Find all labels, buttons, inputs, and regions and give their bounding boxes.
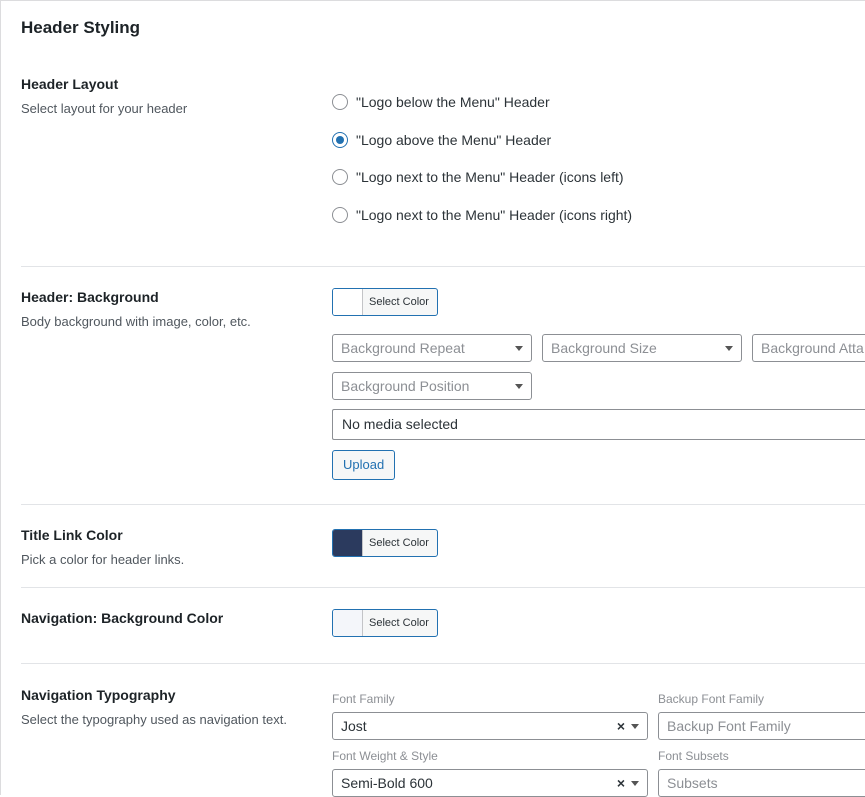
font-weight-label: Font Weight & Style <box>332 749 438 763</box>
title-link-color-label: Title Link Color <box>21 527 123 543</box>
color-swatch <box>333 530 363 556</box>
select-color-label: Select Color <box>369 537 429 549</box>
navigation-typography-description: Select the typography used as navigation… <box>21 712 287 727</box>
divider <box>21 504 865 505</box>
backup-font-select[interactable]: Backup Font Family <box>658 712 865 740</box>
background-size-select[interactable]: Background Size <box>542 334 742 362</box>
radio-option-label: "Logo next to the Menu" Header (icons le… <box>356 169 624 185</box>
font-family-label: Font Family <box>332 692 395 706</box>
font-subsets-label: Font Subsets <box>658 749 729 763</box>
caret-down-icon <box>631 780 639 786</box>
divider <box>21 266 865 267</box>
left-border <box>0 0 1 795</box>
select-placeholder: Background Size <box>551 340 657 356</box>
select-placeholder: Background Position <box>341 378 470 394</box>
color-swatch <box>333 289 363 315</box>
background-position-select[interactable]: Background Position <box>332 372 532 400</box>
clear-icon[interactable]: × <box>617 775 625 791</box>
top-border <box>0 0 865 1</box>
backup-font-label: Backup Font Family <box>658 692 765 706</box>
caret-down-icon <box>631 723 639 729</box>
navigation-background-color-button[interactable]: Select Color <box>332 609 438 637</box>
radio-button[interactable] <box>332 94 348 110</box>
radio-option-logo-next-icons-right[interactable]: "Logo next to the Menu" Header (icons ri… <box>332 207 632 223</box>
radio-option-label: "Logo next to the Menu" Header (icons ri… <box>356 207 633 223</box>
caret-down-icon <box>515 345 523 351</box>
header-background-color-button[interactable]: Select Color <box>332 288 438 316</box>
font-family-value: Jost <box>341 718 367 734</box>
caret-down-icon <box>515 383 523 389</box>
background-repeat-select[interactable]: Background Repeat <box>332 334 532 362</box>
color-swatch <box>333 610 363 636</box>
radio-option-label: "Logo above the Menu" Header <box>356 132 552 148</box>
radio-option-logo-above[interactable]: "Logo above the Menu" Header <box>332 132 551 148</box>
clear-icon[interactable]: × <box>617 718 625 734</box>
select-color-label: Select Color <box>369 617 429 629</box>
navigation-background-label: Navigation: Background Color <box>21 610 224 626</box>
radio-button-selected[interactable] <box>332 132 348 148</box>
background-attachment-select[interactable]: Background Atta <box>752 334 865 362</box>
divider <box>21 663 865 664</box>
title-link-color-button[interactable]: Select Color <box>332 529 438 557</box>
header-background-description: Body background with image, color, etc. <box>21 314 251 329</box>
header-layout-label: Header Layout <box>21 76 119 92</box>
font-subsets-select[interactable]: Subsets <box>658 769 865 797</box>
radio-option-logo-next-icons-left[interactable]: "Logo next to the Menu" Header (icons le… <box>332 169 624 185</box>
upload-button[interactable]: Upload <box>332 450 396 480</box>
select-placeholder: Background Atta <box>761 340 864 356</box>
radio-selected-dot <box>336 136 344 144</box>
radio-button[interactable] <box>332 207 348 223</box>
select-placeholder: Background Repeat <box>341 340 465 356</box>
font-weight-select[interactable]: Semi-Bold 600 × <box>332 769 648 797</box>
media-url-field[interactable]: No media selected <box>332 409 865 440</box>
divider <box>21 587 865 588</box>
caret-down-icon <box>725 345 733 351</box>
radio-option-logo-below[interactable]: "Logo below the Menu" Header <box>332 94 550 110</box>
title-link-color-description: Pick a color for header links. <box>21 552 185 567</box>
font-subsets-placeholder: Subsets <box>667 775 718 791</box>
header-layout-description: Select layout for your header <box>21 101 188 116</box>
font-family-select[interactable]: Jost × <box>332 712 648 740</box>
section-title: Header Styling <box>21 18 141 37</box>
radio-option-label: "Logo below the Menu" Header <box>356 94 550 110</box>
navigation-typography-label: Navigation Typography <box>21 687 176 703</box>
backup-font-placeholder: Backup Font Family <box>667 718 791 734</box>
font-weight-value: Semi-Bold 600 <box>341 775 433 791</box>
header-background-label: Header: Background <box>21 289 159 305</box>
radio-button[interactable] <box>332 169 348 185</box>
select-color-label: Select Color <box>369 296 429 308</box>
